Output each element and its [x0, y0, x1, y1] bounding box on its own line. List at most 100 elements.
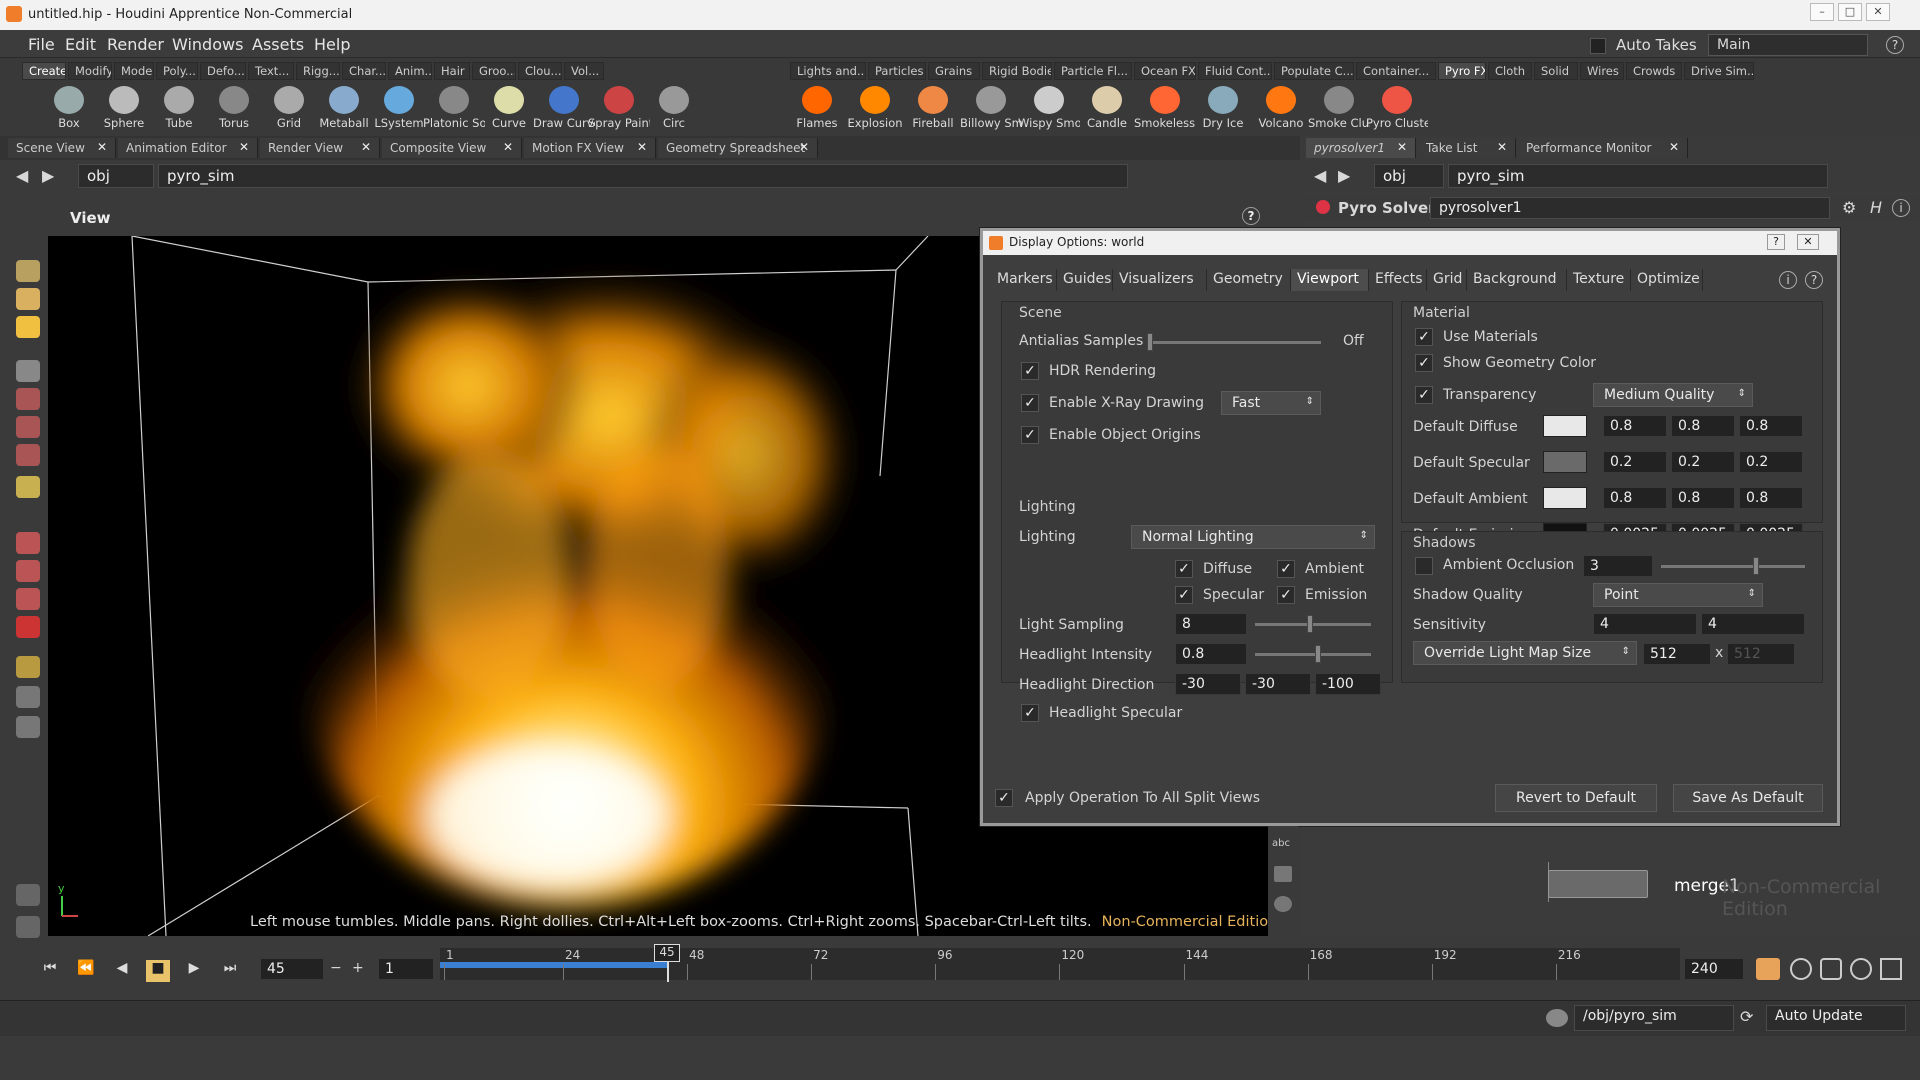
- path-pyro-sim[interactable]: pyro_sim: [158, 164, 1128, 188]
- material-default-diffuse-value-1[interactable]: 0.8: [1671, 415, 1735, 437]
- select-tool-icon[interactable]: [16, 360, 40, 382]
- hdr-checkbox[interactable]: ✓: [1021, 362, 1039, 380]
- audio-icon[interactable]: [1850, 958, 1872, 980]
- frame-decrement-button[interactable]: −: [330, 960, 342, 976]
- play-button[interactable]: ▶: [182, 960, 206, 982]
- tool-dry-ice[interactable]: Dry Ice: [1192, 84, 1254, 134]
- shelf-tab-modify[interactable]: Modify: [68, 62, 112, 80]
- play-reverse-button[interactable]: ◀: [110, 960, 134, 982]
- shelf-tab-create[interactable]: Create: [22, 62, 66, 80]
- transparency-mode-select[interactable]: Medium Quality ⇕: [1593, 383, 1753, 407]
- view-tool-icon[interactable]: [16, 316, 40, 338]
- scale-tool-icon[interactable]: [16, 444, 40, 466]
- shelf-tab-ocean-fx[interactable]: Ocean FX: [1134, 62, 1196, 80]
- stop-button[interactable]: ■: [146, 960, 170, 982]
- jump-end-button[interactable]: ⏭: [218, 960, 242, 982]
- dialog-tab-grid[interactable]: Grid: [1427, 269, 1467, 291]
- pane-tab-motion-fx-view[interactable]: Motion FX View ✕: [524, 138, 656, 158]
- ambient-occlusion-field[interactable]: 3: [1583, 555, 1653, 577]
- headlight-intensity-field[interactable]: 0.8: [1175, 643, 1247, 665]
- handle-tool-icon[interactable]: [16, 260, 40, 282]
- tool-fireball[interactable]: Fireball: [902, 84, 964, 134]
- camera-icon[interactable]: [16, 686, 40, 708]
- magnet-icon[interactable]: [16, 616, 40, 638]
- shelf-tab-drive-sim[interactable]: Drive Sim...: [1684, 62, 1754, 80]
- shelf-tab-hair[interactable]: Hair: [434, 62, 470, 80]
- light-sampling-field[interactable]: 8: [1175, 613, 1247, 635]
- material-default-ambient-value-1[interactable]: 0.8: [1671, 487, 1735, 509]
- headlight-intensity-knob[interactable]: [1315, 645, 1321, 663]
- shelf-tab-grains[interactable]: Grains: [928, 62, 980, 80]
- shadow-quality-select[interactable]: Point ⇕: [1593, 583, 1763, 607]
- xray-mode-select[interactable]: Fast ⇕: [1221, 391, 1321, 415]
- dialog-question-icon[interactable]: ?: [1805, 271, 1823, 289]
- shelf-tab-wires[interactable]: Wires: [1580, 62, 1624, 80]
- origins-checkbox[interactable]: ✓: [1021, 426, 1039, 444]
- material-default-ambient-swatch[interactable]: [1543, 487, 1587, 509]
- light-sampling-knob[interactable]: [1307, 615, 1313, 633]
- menu-file[interactable]: File: [28, 35, 55, 54]
- material-default-ambient-value-0[interactable]: 0.8: [1603, 487, 1667, 509]
- tool-circ[interactable]: Circ: [643, 84, 705, 134]
- network-editor-area[interactable]: merge1 Non-Commercial Edition: [1302, 862, 1920, 936]
- dialog-tab-viewport[interactable]: Viewport: [1291, 269, 1369, 291]
- material-default-specular-value-2[interactable]: 0.2: [1739, 451, 1803, 473]
- param-tab-pyrosolver1[interactable]: pyrosolver1 ✕: [1306, 138, 1416, 158]
- pane-tab-geometry-spreadsheet[interactable]: Geometry Spreadsheet ✕: [658, 138, 818, 158]
- param-tab-performance-monitor[interactable]: Performance Monitor ✕: [1518, 138, 1688, 158]
- show-geo-color-checkbox[interactable]: ✓: [1415, 354, 1433, 372]
- render-region-icon[interactable]: [16, 656, 40, 678]
- light-map-size-y[interactable]: 512: [1727, 643, 1795, 665]
- dialog-tab-guides[interactable]: Guides: [1057, 269, 1113, 291]
- keys-icon[interactable]: [1756, 958, 1780, 980]
- snap-point-icon[interactable]: [16, 588, 40, 610]
- shelf-tab-char[interactable]: Char...: [342, 62, 386, 80]
- camera-lens-icon[interactable]: [1274, 896, 1292, 912]
- dialog-tab-markers[interactable]: Markers: [991, 269, 1057, 291]
- material-default-specular-value-0[interactable]: 0.2: [1603, 451, 1667, 473]
- material-default-diffuse-value-0[interactable]: 0.8: [1603, 415, 1667, 437]
- apply-all-checkbox[interactable]: ✓: [995, 789, 1013, 807]
- light-map-size-x[interactable]: 512: [1643, 643, 1711, 665]
- shelf-tab-populate-c[interactable]: Populate C...: [1274, 62, 1354, 80]
- shelf-tab-particle-fl[interactable]: Particle Fl...: [1054, 62, 1132, 80]
- forward-arrow-icon[interactable]: ▶: [42, 166, 54, 185]
- shelf-tab-solid[interactable]: Solid: [1534, 62, 1578, 80]
- headlight-dir-x[interactable]: -30: [1175, 673, 1241, 695]
- start-frame-field[interactable]: 1: [378, 958, 434, 980]
- maximize-button[interactable]: □: [1838, 3, 1862, 21]
- ambient-occlusion-knob[interactable]: [1753, 557, 1759, 575]
- close-tab-icon[interactable]: ✕: [637, 140, 647, 154]
- close-tab-icon[interactable]: ✕: [97, 140, 107, 154]
- tool-sphere[interactable]: Sphere: [93, 84, 155, 134]
- dialog-tab-texture[interactable]: Texture: [1567, 269, 1631, 291]
- tool-explosion[interactable]: Explosion: [844, 84, 906, 134]
- tool-pyro-cluster[interactable]: Pyro Cluster: [1366, 84, 1428, 134]
- refresh-icon[interactable]: ⟳: [1740, 1007, 1753, 1026]
- dialog-help-button[interactable]: ?: [1767, 234, 1785, 250]
- dialog-tab-background[interactable]: Background: [1467, 269, 1567, 291]
- close-tab-icon[interactable]: ✕: [361, 140, 371, 154]
- shelf-tab-text[interactable]: Text...: [248, 62, 294, 80]
- headlight-dir-y[interactable]: -30: [1245, 673, 1311, 695]
- material-default-ambient-value-2[interactable]: 0.8: [1739, 487, 1803, 509]
- param-path-pyro-sim[interactable]: pyro_sim: [1448, 164, 1828, 188]
- shelf-tab-cloth[interactable]: Cloth: [1488, 62, 1532, 80]
- tool-box[interactable]: Box: [38, 84, 100, 134]
- shelf-tab-vol[interactable]: Vol...: [564, 62, 604, 80]
- headlight-dir-z[interactable]: -100: [1315, 673, 1381, 695]
- close-tab-icon[interactable]: ✕: [239, 140, 249, 154]
- close-window-button[interactable]: ✕: [1866, 3, 1890, 21]
- back-arrow-icon[interactable]: ◀: [16, 166, 28, 185]
- menu-render[interactable]: Render: [107, 35, 164, 54]
- update-mode-select[interactable]: Auto Update: [1766, 1005, 1906, 1031]
- headlight-specular-checkbox[interactable]: ✓: [1021, 704, 1039, 722]
- shelf-tab-particles[interactable]: Particles: [868, 62, 926, 80]
- menu-assets[interactable]: Assets: [252, 35, 304, 54]
- material-default-specular-swatch[interactable]: [1543, 451, 1587, 473]
- end-frame-field[interactable]: 240: [1684, 958, 1744, 980]
- tool-smoke-clus[interactable]: Smoke Clus...: [1308, 84, 1370, 134]
- menu-edit[interactable]: Edit: [65, 35, 96, 54]
- shelf-tab-container[interactable]: Container...: [1356, 62, 1436, 80]
- tool-flames[interactable]: Flames: [786, 84, 848, 134]
